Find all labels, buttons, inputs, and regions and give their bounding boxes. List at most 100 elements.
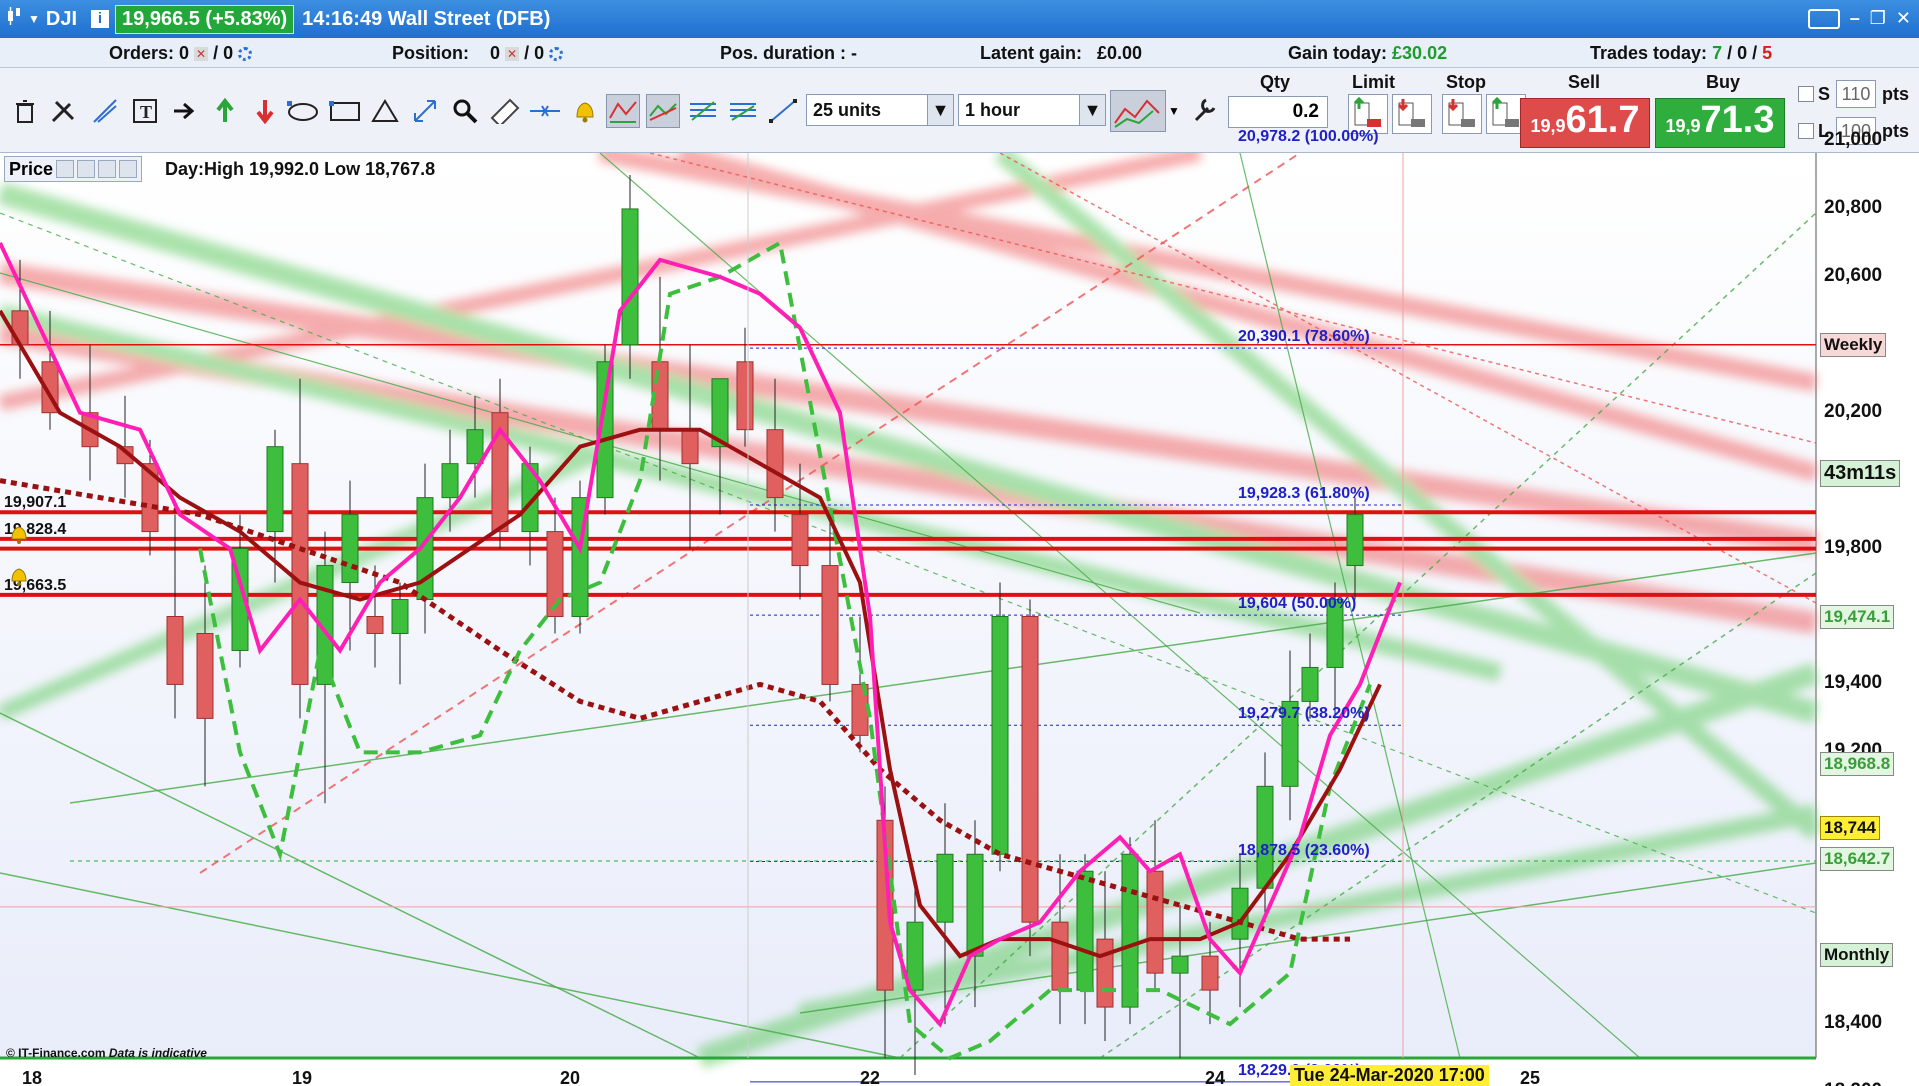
price-panel-header: Price [4,156,143,182]
candle-body [766,429,784,499]
tools-icon[interactable] [46,94,80,128]
trendline-icon[interactable] [88,94,122,128]
alert-bell-icon[interactable] [77,160,96,178]
fib-label: 20,978.2 (100.00%) [1238,128,1379,146]
text-tool-icon[interactable]: T [128,94,162,128]
gain-today: Gain today: £30.02 [1288,43,1447,64]
candle-body [466,429,484,465]
info-icon[interactable]: i [91,10,110,28]
trash-icon[interactable] [8,94,42,128]
stop-buy-order-icon[interactable] [1442,94,1482,134]
candle-body [1146,870,1164,974]
candle-body [1301,666,1319,702]
units-select[interactable]: 25 units ▼ [806,94,954,126]
alert-bell-icon[interactable] [8,523,30,550]
candle-body [991,616,1009,855]
candle-body [1051,921,1069,991]
indicator-menu-icon[interactable] [1110,90,1166,132]
triangle-tool-icon[interactable] [368,94,402,128]
chevron-down-icon: ▼ [28,12,40,26]
buy-price-big: 71.3 [1700,99,1775,141]
chevron-down-icon: ▼ [1079,95,1105,125]
sell-button[interactable]: 19,9 61.7 [1520,98,1650,148]
candle-body [1256,785,1274,889]
candle-icon [6,5,22,33]
ellipse-tool-icon[interactable] [286,94,320,128]
fib-label: 19,279.7 (38.20%) [1238,705,1370,723]
price-chart[interactable] [0,153,1919,1086]
candle-body [391,599,409,634]
chart-area[interactable]: Price Day:High 19,992.0 Low 18,767.8 20,… [0,128,1919,1086]
price-tag-green-3: 18,642.7 [1820,847,1895,871]
buy-button[interactable]: 19,9 71.3 [1655,98,1785,148]
expand-icon[interactable] [408,94,442,128]
qty-input[interactable]: 0.2 [1228,96,1328,128]
alert-bell-icon[interactable] [568,94,602,128]
timeframe-value: 1 hour [965,100,1021,120]
zoom-icon[interactable] [448,94,482,128]
orders-settings-icon[interactable] [238,47,253,62]
candle-body [11,310,29,346]
minimize-icon[interactable]: – [1850,8,1860,29]
arrow-down-icon[interactable] [248,94,282,128]
cancel-orders-icon[interactable]: ✕ [194,47,209,62]
restore-icon[interactable]: ❐ [1870,8,1886,29]
qty-label: Qty [1260,72,1291,92]
symbol-selector[interactable]: ▼ DJI [6,5,77,33]
x-tick-label: 25 [1520,1068,1541,1086]
rectangle-tool-icon[interactable] [328,94,362,128]
fib-fan-icon[interactable] [726,94,760,128]
latent-gain: Latent gain: £0.00 [980,43,1142,64]
x-tick-label: 24 [1205,1068,1226,1086]
fib-levels-icon[interactable] [686,94,720,128]
sell-price-small: 19,9 [1530,116,1566,136]
weekly-tag: Weekly [1820,333,1887,357]
trend-channel-icon[interactable] [606,94,640,128]
x-tick-label: 19 [292,1068,313,1086]
close-position-icon[interactable]: ✕ [505,47,520,62]
candle-body [341,514,359,584]
chevron-down-icon[interactable]: ▼ [1168,104,1180,118]
candle-body [1171,955,1189,974]
y-tick-label: 20,200 [1824,400,1883,422]
fib-label: 18,878.5 (23.60%) [1238,841,1370,859]
arrow-up-icon[interactable] [119,160,138,178]
candle-body [366,616,384,634]
limit-checkbox[interactable] [1798,123,1814,139]
arrow-right-icon[interactable] [168,94,202,128]
copyright: © IT-Finance.com Data is indicative [6,1046,207,1060]
price-tag-green-1: 19,474.1 [1820,605,1895,629]
close-icon[interactable]: ✕ [1896,8,1911,29]
candle-body [1021,616,1039,923]
alert-bell-icon[interactable] [8,565,30,592]
position-total: / 0 [524,43,545,63]
latent-label: Latent gain: [980,43,1082,63]
price-panel-label: Price [9,158,54,179]
keyboard-icon[interactable] [1807,8,1840,29]
stop-pts-input[interactable]: 110 [1836,80,1876,108]
line-tool-icon[interactable] [766,94,800,128]
candle-body [936,853,954,923]
y-tick-label: 19,400 [1824,672,1883,694]
countdown-tag: 43m11s [1820,460,1901,487]
position-settings-icon[interactable] [549,47,564,62]
cursor-date-label: Tue 24-Mar-2020 17:00 [1290,1065,1489,1086]
stop-pts-unit: pts [1882,84,1909,104]
ruler-icon[interactable] [488,94,522,128]
limit-sell-order-icon[interactable] [1392,94,1432,134]
arrow-up-icon[interactable] [208,94,242,128]
auto-trend-icon[interactable] [646,94,680,128]
wrench-icon[interactable] [56,160,75,178]
units-value: 25 units [813,100,882,120]
timeframe-select[interactable]: 1 hour ▼ [958,94,1106,126]
sell-price-big: 61.7 [1565,99,1640,141]
y-tick-label: 18,200 [1824,1080,1882,1086]
candle-body [736,361,754,431]
fib-label: 19,604 (50.00%) [1238,595,1357,613]
arrow-down-icon[interactable] [98,160,117,178]
hline-tool-icon[interactable] [528,94,562,128]
y-tick-label: 20,600 [1824,264,1883,286]
wrench-icon[interactable] [1190,96,1220,128]
candle-body [681,429,699,465]
stop-checkbox[interactable] [1798,86,1814,102]
